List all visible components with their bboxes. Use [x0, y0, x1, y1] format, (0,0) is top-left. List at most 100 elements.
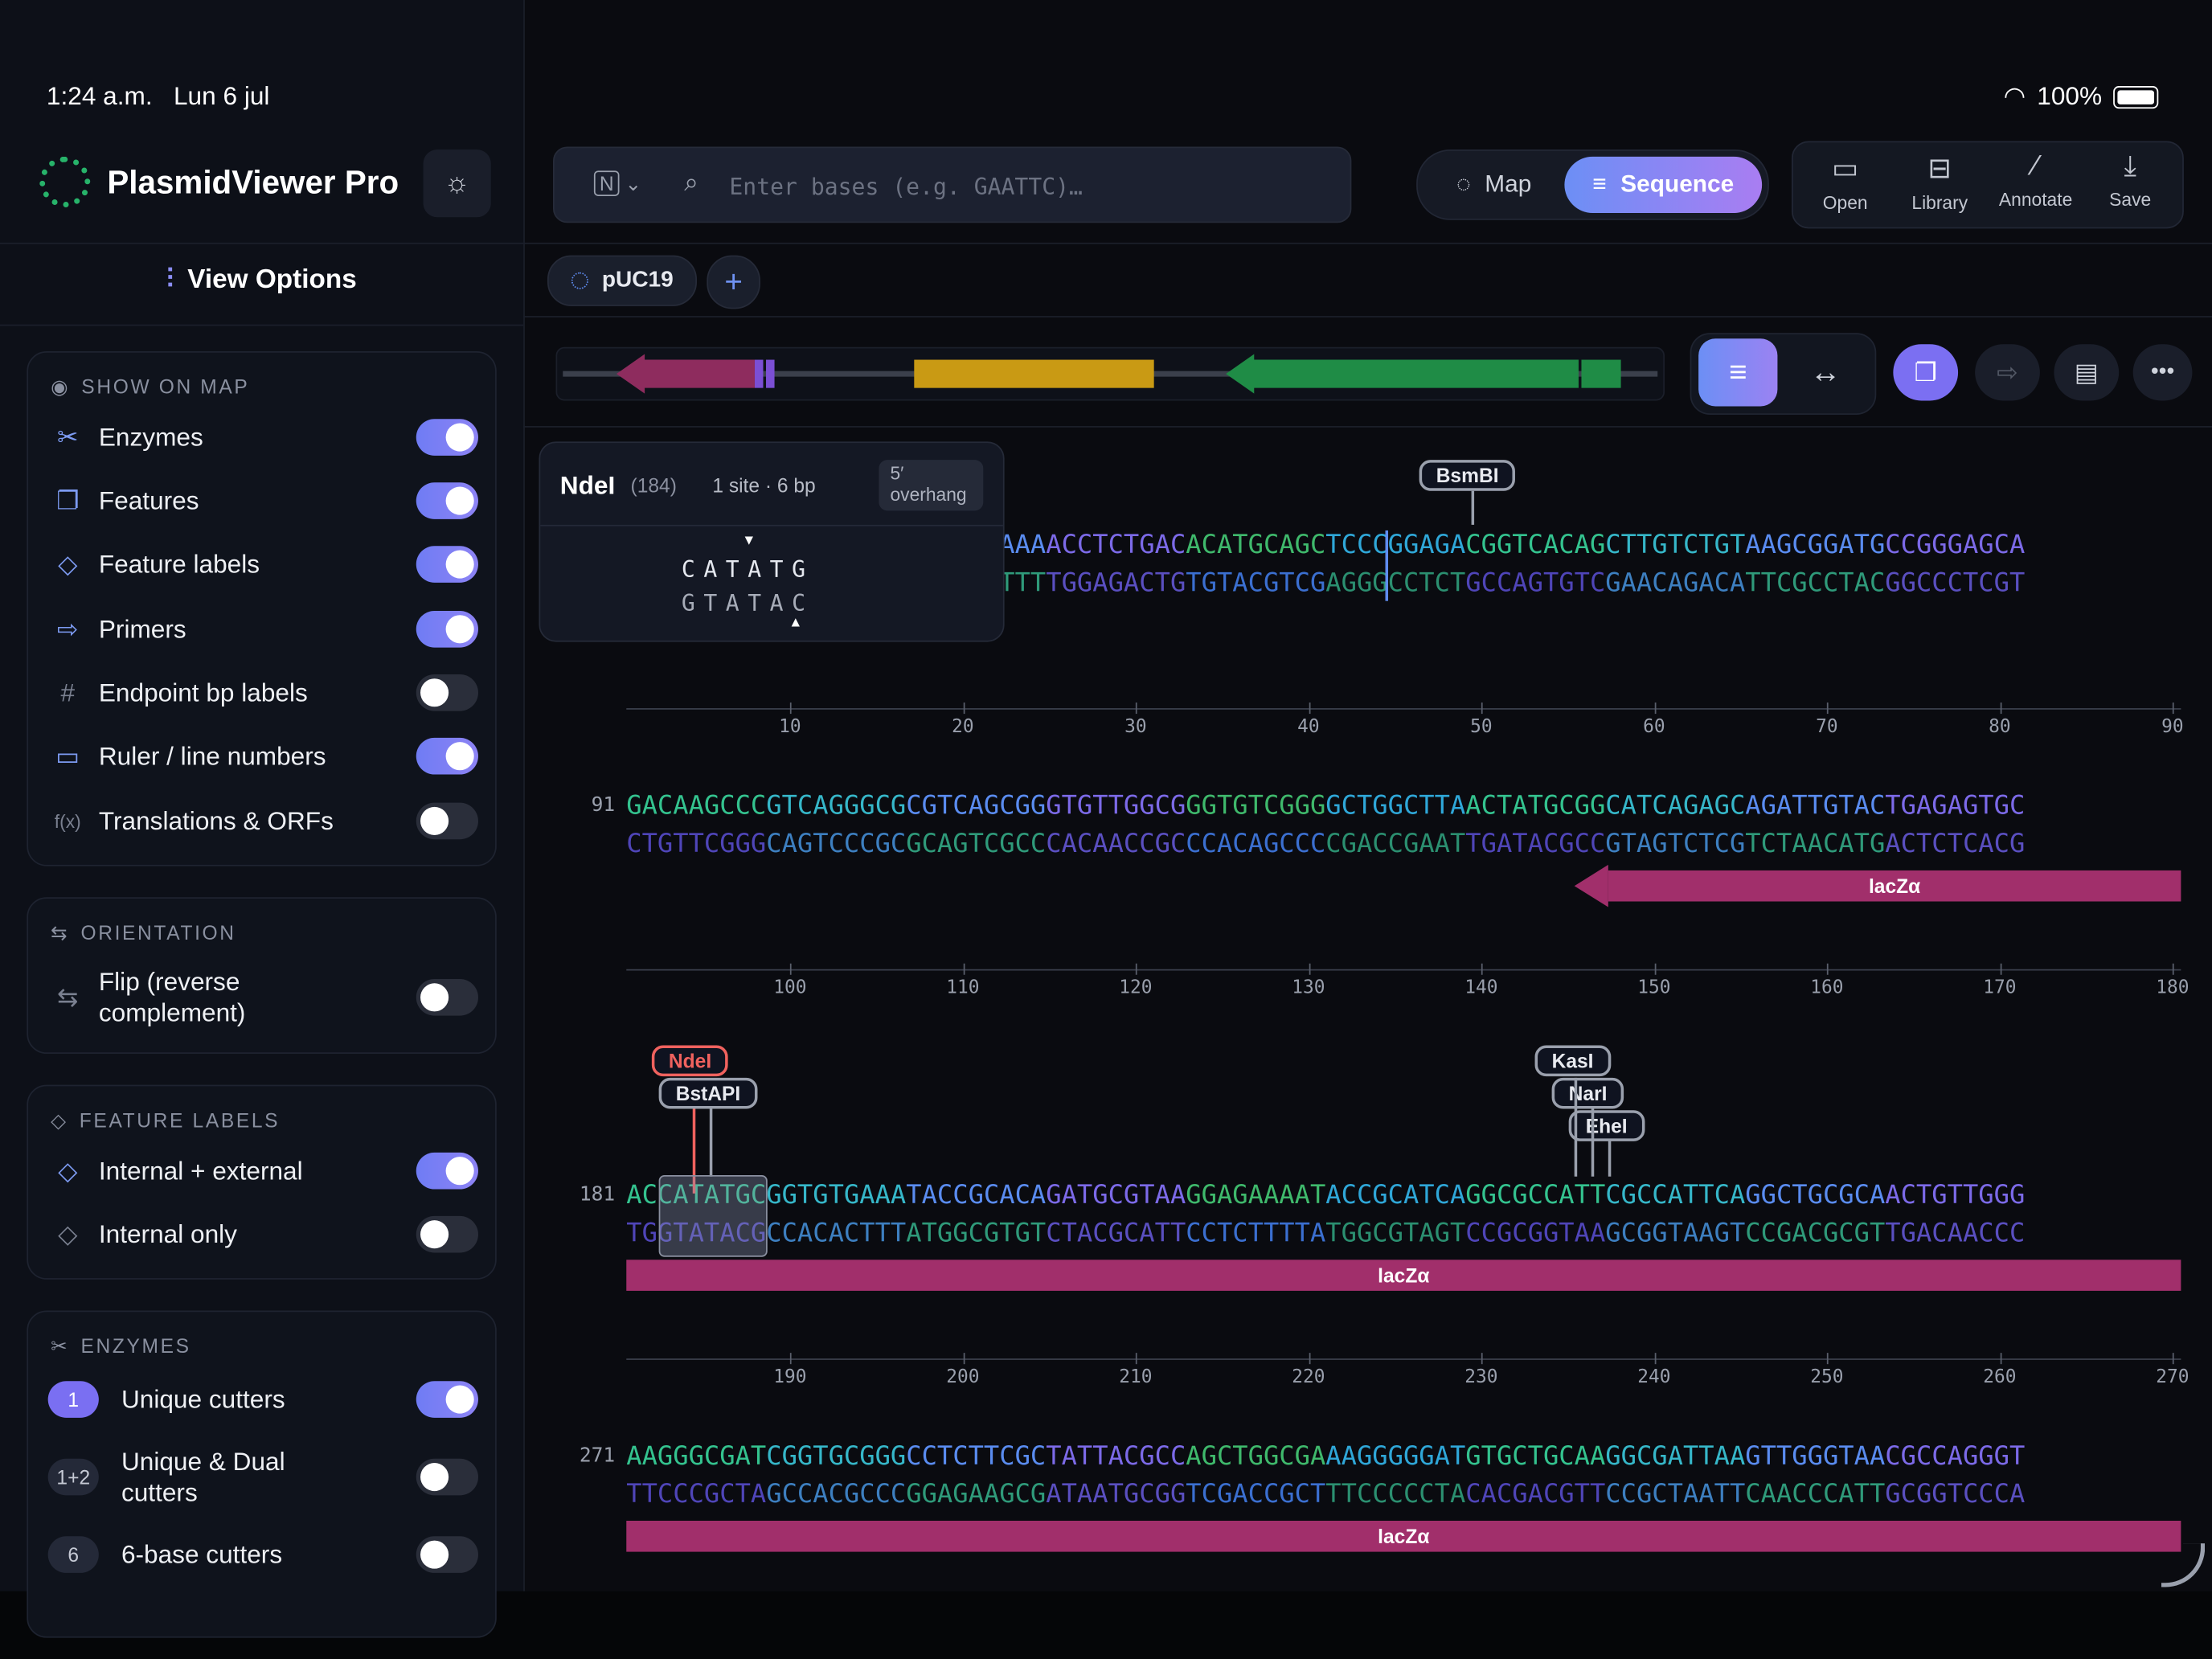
wrap-lines-button[interactable]: ≡ [1698, 338, 1778, 407]
six-base-toggle[interactable] [416, 1536, 478, 1573]
ruler-tick [789, 963, 792, 975]
toggle-row-ruler[interactable]: ▭ Ruler / line numbers [48, 728, 478, 784]
popover-top-strand: CATATG [681, 555, 814, 583]
enzyme-label-nari[interactable]: NarI [1551, 1077, 1624, 1109]
add-tab-button[interactable]: + [707, 255, 760, 309]
map-view-button[interactable]: ◌ Map [1426, 157, 1561, 213]
toggle-row-unique-cutters[interactable]: 1 Unique cutters [47, 1371, 478, 1428]
toggle-row-internal-external[interactable]: ◇ Internal + external [48, 1143, 478, 1199]
feature-label: lacZα [1868, 875, 1921, 898]
show-on-map-header: ◉ SHOW ON MAP [51, 375, 250, 398]
tab-puc19[interactable]: pUC19 [547, 255, 698, 306]
enzyme-label-ndei[interactable]: NdeI [651, 1045, 729, 1077]
ruler-tick [2172, 703, 2174, 715]
ruler-tick [962, 963, 965, 975]
download-icon: ⤓ [2124, 150, 2136, 182]
ruler-tick-label: 210 [1119, 1366, 1153, 1389]
ruler-tick-label: 120 [1119, 977, 1153, 999]
status-indicators: ◠ 100% [2004, 82, 2159, 112]
toggle-row-flip[interactable]: ⇆ Flip (reverse complement) [48, 966, 478, 1028]
ruler-tick-label: 100 [773, 977, 807, 999]
search-input[interactable] [726, 165, 1325, 207]
linear-overview-map[interactable] [555, 346, 1665, 401]
ruler-tick [1135, 963, 1137, 975]
overview-feature-mcs [754, 359, 764, 388]
toggle-row-features[interactable]: ❐ Features [48, 473, 478, 529]
unique-cutters-toggle[interactable] [416, 1381, 478, 1418]
primers-toggle[interactable] [416, 610, 478, 648]
top-strand[interactable]: ACCATATGCGGTGTGAAATACCGCACAGATGCGTAAGGAG… [626, 1181, 2181, 1212]
enzyme-label-bstapi[interactable]: BstAPI [658, 1077, 758, 1109]
save-button[interactable]: ⤓ Save [2085, 151, 2175, 211]
toggle-row-six-base[interactable]: 6 6-base cutters [47, 1526, 478, 1583]
bottom-strand[interactable]: TTCCCGCTAGCCACGCCCGGAGAAGCGATAATGCGGTCGA… [626, 1480, 2181, 1511]
sequence-view-button[interactable]: ≡ Sequence [1564, 156, 1763, 214]
top-strand[interactable]: GACAAGCCCGTCAGGGCGCGTCAGCGGGTGTTGGCGGGTG… [626, 792, 2181, 823]
ruler-tick [1826, 1353, 1829, 1365]
toggle-row-endpoint-labels[interactable]: # Endpoint bp labels [48, 665, 478, 721]
flip-toggle[interactable] [416, 979, 478, 1016]
cursor-caret [1385, 530, 1389, 601]
resize-handle[interactable] [2161, 1543, 2206, 1587]
orientation-card: ⇆ ORIENTATION ⇆ Flip (reverse complement) [27, 897, 497, 1055]
internal-external-toggle[interactable] [416, 1152, 478, 1190]
toggle-row-dual-cutters[interactable]: 1+2 Unique & Dual cutters [47, 1442, 478, 1513]
enzyme-label-kasi[interactable]: KasI [1534, 1045, 1611, 1077]
enzymes-toggle[interactable] [416, 419, 478, 456]
ruler-tick-label: 190 [773, 1366, 807, 1389]
copy-button[interactable]: ❐ [1893, 344, 1959, 401]
enzyme-label-bsmbi[interactable]: BsmBI [1419, 460, 1516, 491]
enzymes-header: ✂ ENZYMES [51, 1334, 191, 1358]
internal-only-toggle[interactable] [416, 1215, 478, 1253]
ruler-tick-label: 60 [1643, 716, 1665, 738]
popover-overhang-badge: 5′ overhang [879, 460, 984, 511]
open-button[interactable]: ▭ Open [1800, 151, 1890, 213]
ruler-tick-label: 140 [1464, 977, 1498, 999]
overview-feature-ori [914, 359, 1154, 388]
tag-icon: ◇ [58, 1219, 78, 1248]
annotate-button[interactable]: ⁄ Annotate [1990, 151, 2080, 211]
ruler-tick [1481, 963, 1483, 975]
ruler-tick [1135, 703, 1137, 715]
feature-labels-header: ◇ FEATURE LABELS [51, 1108, 281, 1132]
feature-lacz[interactable]: lacZα [626, 1520, 2181, 1552]
feature-lacz[interactable]: lacZα [626, 1260, 2181, 1291]
cut-site-line [1574, 1077, 1578, 1177]
toggle-row-translations[interactable]: f(x) Translations & ORFs [48, 793, 478, 849]
cut-site-line [709, 1108, 713, 1177]
feature-lacz[interactable]: lacZα [1574, 864, 2181, 907]
top-strand[interactable]: AAGGGCGATCGGTGCGGGCCTCTTCGCTATTACGCCAGCT… [626, 1442, 2181, 1473]
enzyme-label-ehei[interactable]: EheI [1568, 1110, 1645, 1141]
feature-labels-toggle[interactable] [416, 546, 478, 583]
show-on-map-card: ◉ SHOW ON MAP ✂ Enzymes ❐ Features ◇ Feature… [27, 351, 497, 866]
library-button[interactable]: ⊟ Library [1895, 151, 1985, 213]
ruler-toggle[interactable] [416, 737, 478, 775]
popover-site-info: 1 site · 6 bp [712, 473, 816, 497]
translations-toggle[interactable] [416, 802, 478, 840]
ruler-tick [1308, 963, 1310, 975]
theme-toggle-button[interactable]: ☼ [423, 150, 491, 218]
toggle-row-primers[interactable]: ⇨ Primers [48, 601, 478, 657]
toggle-row-enzymes[interactable]: ✂ Enzymes [48, 409, 478, 465]
ruler-tick [1653, 703, 1656, 715]
forward-button[interactable]: ⇨ [1975, 344, 2040, 401]
feature-labels-card: ◇ FEATURE LABELS ◇ Internal + external ◇ In… [27, 1084, 497, 1280]
paste-button[interactable]: ▤ [2054, 344, 2120, 401]
dual-cutters-toggle[interactable] [416, 1458, 478, 1496]
ruler-tick-label: 110 [946, 977, 980, 999]
more-button[interactable]: ••• [2132, 344, 2193, 401]
search-mode-button[interactable]: N ⌄ [593, 170, 641, 196]
ruler-tick [1826, 963, 1829, 975]
line-number: 91 [591, 794, 616, 817]
features-toggle[interactable] [416, 482, 478, 519]
toggle-row-feature-labels[interactable]: ◇ Feature labels [48, 536, 478, 592]
endpoint-labels-toggle[interactable] [416, 674, 478, 711]
single-line-button[interactable]: ↔ [1786, 338, 1865, 406]
bottom-strand[interactable]: CTGTTCGGGCAGTCCCGCGCAGTCGCCCACAACCGCCCAC… [626, 830, 2181, 861]
ruler-tick-label: 240 [1637, 1366, 1671, 1389]
layers-icon: ❐ [56, 485, 80, 514]
toggle-row-internal-only[interactable]: ◇ Internal only [48, 1206, 478, 1263]
bottom-strand[interactable]: TGGTATACGCCACACTTTATGGCGTGTCTACGCATTCCTC… [626, 1219, 2181, 1250]
plasmid-icon [571, 272, 588, 289]
ruler-tick-label: 10 [779, 716, 801, 738]
